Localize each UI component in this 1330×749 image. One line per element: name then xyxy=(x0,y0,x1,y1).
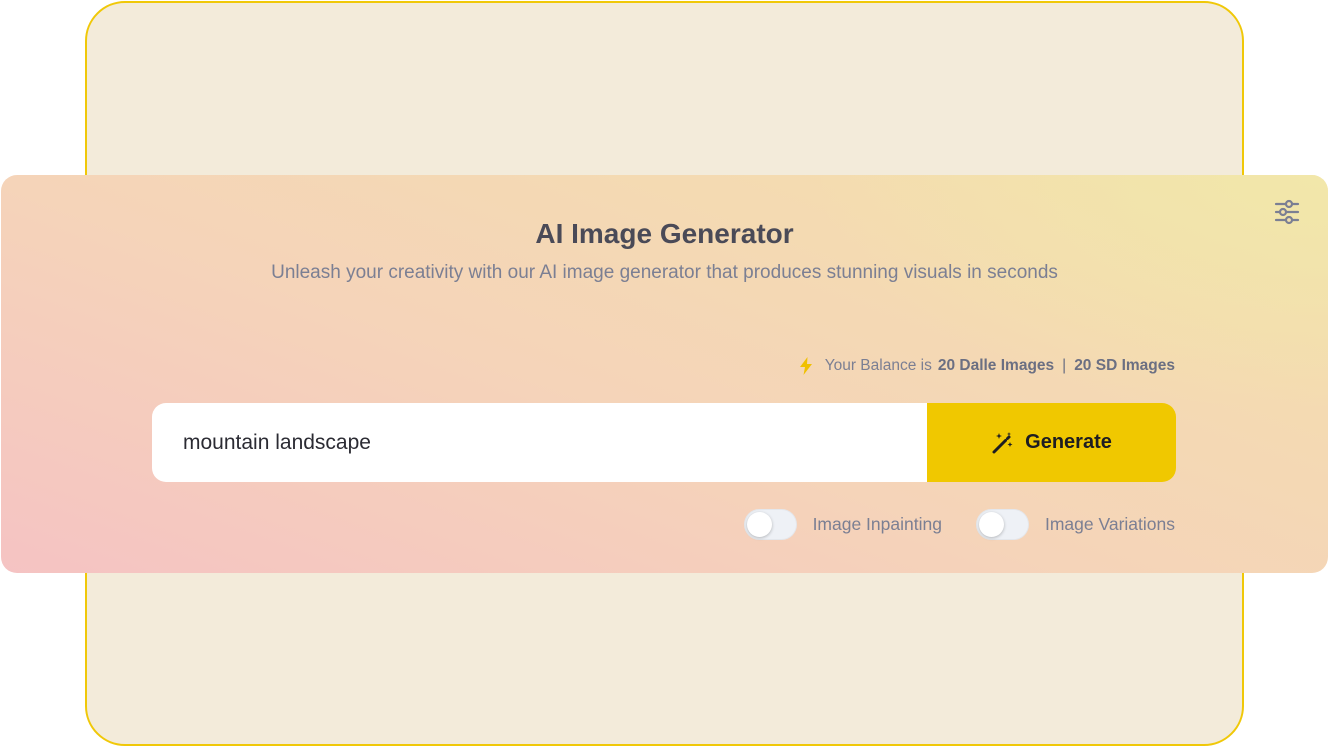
inpainting-option: Image Inpainting xyxy=(743,509,942,540)
magic-wand-icon xyxy=(992,431,1013,453)
generate-button[interactable]: Generate xyxy=(927,403,1176,482)
variations-label: Image Variations xyxy=(1044,514,1175,534)
page: AI Image Generator Unleash your creativi… xyxy=(0,0,1330,749)
variations-option: Image Variations xyxy=(975,509,1175,540)
prompt-input[interactable] xyxy=(152,403,927,482)
toggle-knob xyxy=(746,512,772,537)
page-title: AI Image Generator xyxy=(535,218,794,249)
balance-sd: 20 SD Images xyxy=(1074,357,1175,374)
balance-prefix: Your Balance is xyxy=(824,357,932,374)
bolt-icon xyxy=(799,357,812,375)
inpainting-label: Image Inpainting xyxy=(812,514,942,534)
page-subtitle: Unleash your creativity with our AI imag… xyxy=(271,262,1058,283)
inpainting-toggle[interactable] xyxy=(743,509,797,540)
prompt-row: Generate xyxy=(152,403,1176,482)
generate-label: Generate xyxy=(1025,431,1112,453)
generator-card: AI Image Generator Unleash your creativi… xyxy=(1,175,1328,573)
balance-dalle: 20 Dalle Images xyxy=(937,357,1055,374)
balance-info: Your Balance is 20 Dalle Images | 20 SD … xyxy=(799,357,1175,375)
balance-separator: | xyxy=(1062,357,1067,374)
option-toggles: Image Inpainting Image Variations xyxy=(743,509,1175,540)
variations-toggle[interactable] xyxy=(975,509,1029,540)
toggle-knob xyxy=(978,512,1004,537)
